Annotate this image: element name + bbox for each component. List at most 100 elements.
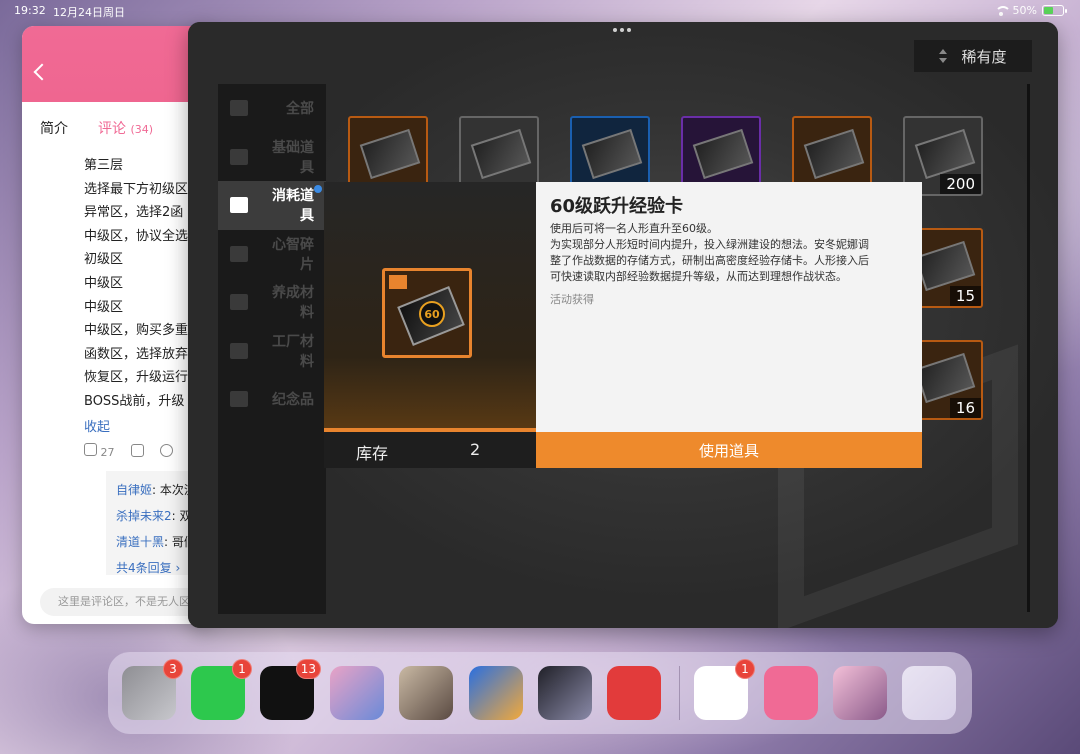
dock-app-netease-music[interactable] [607, 666, 661, 720]
category-sidebar: 全部基础道具消耗道具心智碎片养成材料工厂材料纪念品 [218, 84, 326, 614]
thumb-down-icon[interactable] [130, 444, 144, 458]
category-layers[interactable]: 基础道具 [218, 133, 326, 182]
tab-comments[interactable]: 评论 (34) [98, 118, 153, 138]
category-label: 工厂材料 [272, 333, 314, 370]
item-description: 使用后可将一名人形直升至60级。为实现部分人形短时间内提升，投入绿洲建设的想法。… [550, 221, 908, 285]
sort-icon [939, 49, 948, 63]
item-detail-popup: 60 库存 2 60级跃升经验卡 使用后可将一名人形直升至60级。为实现部分人形… [324, 182, 922, 468]
item-count: 15 [949, 286, 981, 306]
comment-body: 第三层 选择最下方初级区 异常区，选择2函 中级区，协议全选 初级区 中级区 中级区 中级区，… [22, 154, 212, 414]
item-card-icon [914, 128, 976, 180]
dock-app-anime-girl-app[interactable] [833, 666, 887, 720]
item-count: 16 [949, 398, 981, 418]
notification-badge: 13 [295, 659, 321, 679]
status-time: 19:32 [14, 4, 46, 17]
anime-girl-app-icon [833, 666, 887, 720]
status-bar: 19:32 12月24日周日 50% [0, 0, 1080, 22]
battery-icon [1042, 5, 1067, 16]
game-window[interactable]: 稀有度 全部基础道具消耗道具心智碎片养成材料工厂材料纪念品 200 15 16 60… [188, 22, 1058, 628]
category-label: 全部 [286, 101, 314, 118]
puzzle-icon [230, 245, 248, 262]
comment-actions: 27 [22, 442, 212, 459]
detail-item-icon: 60 [382, 268, 472, 358]
description-line: 可快速读取内部经验数据提升等级，从而达到理想作战状态。 [550, 270, 847, 283]
stock-label: 库存 [356, 444, 389, 463]
reply-author[interactable]: 清道十黑 [116, 535, 164, 549]
dock-app-app-library[interactable] [902, 666, 956, 720]
battery-percent: 50% [1012, 4, 1037, 17]
status-date: 12月24日周日 [53, 6, 125, 19]
category-grid[interactable]: 全部 [218, 84, 326, 133]
item-card-icon [803, 128, 865, 180]
item-card-icon [692, 128, 754, 180]
description-line: 整了作战数据的存储方式，研制出高密度经验存储卡。人形接入后 [550, 254, 869, 267]
window-grabber[interactable] [613, 28, 631, 32]
penguin-game-icon [469, 666, 523, 720]
cube-icon [230, 197, 248, 214]
netease-music-icon [607, 666, 661, 720]
bilibili-comments-window[interactable]: 简介 评论 (34) 第三层 选择最下方初级区 异常区，选择2函 中级区，协议全选 初级… [22, 26, 212, 624]
app-library-icon [902, 666, 956, 720]
dock-divider [679, 666, 680, 720]
item-card-icon [914, 352, 976, 404]
item-card-icon [470, 128, 532, 180]
description-line: 为实现部分人形短时间内提升，投入绿洲建设的想法。安冬妮娜调 [550, 238, 869, 251]
back-chevron-icon[interactable] [33, 63, 51, 81]
tab-intro[interactable]: 简介 [40, 118, 68, 138]
category-label: 养成材料 [272, 285, 314, 322]
dock-app-settings[interactable]: 3 [122, 659, 183, 720]
stock-bar: 库存 2 [324, 432, 536, 468]
like-button[interactable]: 27 [84, 442, 115, 459]
comment-input[interactable]: 这里是评论区，不是无人区 [40, 588, 210, 616]
detail-text-pane: 60级跃升经验卡 使用后可将一名人形直升至60级。为实现部分人形短时间内提升，投… [536, 182, 922, 432]
girls-frontline-icon [399, 666, 453, 720]
category-figure[interactable]: 养成材料 [218, 278, 326, 327]
dock-app-bilibili[interactable] [764, 666, 818, 720]
rarity-sort-button[interactable]: 稀有度 [914, 40, 1032, 72]
grid-icon [230, 100, 248, 117]
category-label: 基础道具 [272, 139, 314, 176]
notification-badge: 1 [735, 659, 755, 679]
figure-icon [230, 294, 248, 311]
notification-badge: 1 [232, 659, 252, 679]
dock-app-anime-game-1[interactable] [330, 666, 384, 720]
use-item-button[interactable]: 使用道具 [536, 432, 922, 468]
item-count: 200 [940, 174, 981, 194]
thumb-up-icon [84, 442, 97, 456]
collapse-link[interactable]: 收起 [22, 416, 212, 435]
detail-image-pane: 60 [324, 182, 536, 432]
like-count: 27 [100, 445, 115, 459]
category-label: 心智碎片 [272, 236, 314, 273]
item-scrollbar[interactable] [1027, 84, 1030, 612]
category-cube[interactable]: 消耗道具 [218, 181, 326, 230]
exp-card-level-label: 60 [419, 301, 445, 327]
item-title: 60级跃升经验卡 [550, 196, 684, 217]
item-source: 活动获得 [550, 293, 594, 306]
dock-app-qq[interactable]: 1 [694, 659, 755, 720]
item-card-icon [359, 128, 421, 180]
new-dot-badge [314, 185, 322, 193]
stock-value: 2 [470, 440, 481, 459]
category-puzzle[interactable]: 心智碎片 [218, 230, 326, 279]
item-card-icon [581, 128, 643, 180]
tab-comments-label: 评论 [98, 121, 126, 137]
category-gear[interactable]: 工厂材料 [218, 327, 326, 376]
rarity-label: 稀有度 [961, 47, 1007, 66]
reply-author[interactable]: 自律姬 [116, 483, 152, 497]
description-line: 使用后可将一名人形直升至60级。 [550, 222, 718, 235]
dock-app-girls-frontline[interactable] [399, 666, 453, 720]
dock-app-dark-portrait-game[interactable] [538, 666, 592, 720]
bilibili-tabs: 简介 评论 (34) [22, 102, 212, 154]
trophy-icon [230, 391, 248, 408]
notification-badge: 3 [163, 659, 183, 679]
category-label: 纪念品 [272, 392, 314, 409]
bilibili-icon [764, 666, 818, 720]
dock-app-tiktok[interactable]: 13 [260, 659, 321, 720]
reply-icon[interactable] [159, 444, 173, 458]
category-trophy[interactable]: 纪念品 [218, 375, 326, 424]
reply-author[interactable]: 杀掉未来2 [116, 509, 172, 523]
dock-app-wechat[interactable]: 1 [191, 659, 252, 720]
gear-icon [230, 342, 248, 359]
dock: 3 1 13 1 [108, 652, 972, 734]
dock-app-penguin-game[interactable] [469, 666, 523, 720]
